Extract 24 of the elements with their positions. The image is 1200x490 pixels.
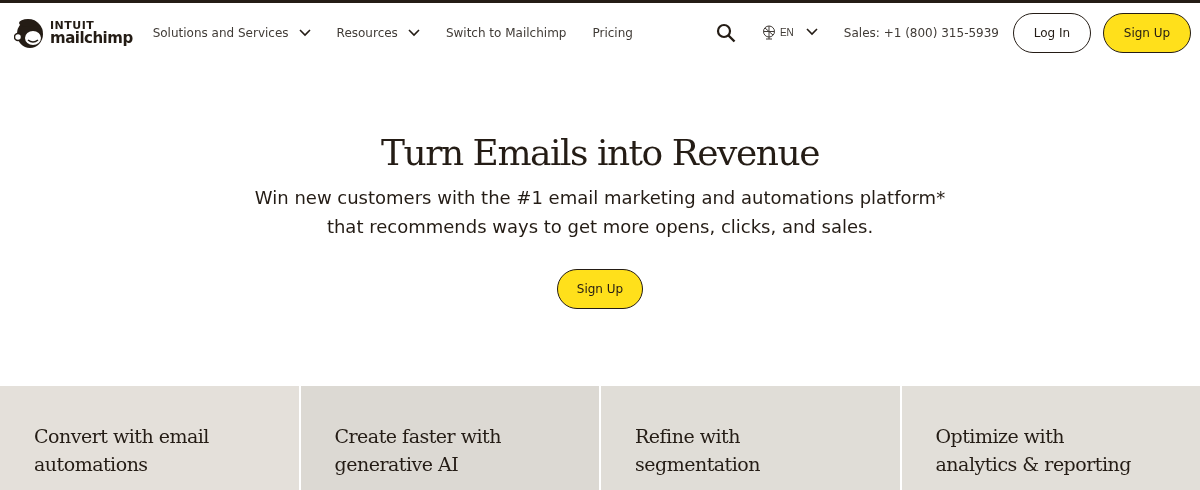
- globe-icon: [761, 24, 776, 41]
- brand-name: mailchimp: [50, 30, 133, 46]
- search-icon[interactable]: [715, 22, 736, 43]
- nav-link[interactable]: Resources: [336, 25, 420, 40]
- brand-name-top: INTUIT: [50, 19, 95, 31]
- signup-button[interactable]: Sign Up: [557, 269, 643, 309]
- chevron-down-icon: [805, 28, 818, 36]
- nav-link[interactable]: Pricing: [592, 25, 633, 40]
- feature-title: Refine with segmentation: [635, 424, 761, 477]
- nav-link[interactable]: Solutions and Services: [152, 25, 311, 40]
- language-selector[interactable]: EN: [761, 24, 818, 41]
- feature-title: Convert with email automations: [34, 424, 210, 477]
- feature-card[interactable]: Optimize with analytics & reporting: [901, 386, 1200, 490]
- hero-subtitle: Win new customers with the #1 email marketing and automations platform* that recommends ways to get more opens, clicks, and sales.: [253, 186, 947, 239]
- hero-title: Turn Emails into Revenue: [381, 132, 819, 173]
- login-button[interactable]: Log In: [1013, 12, 1091, 53]
- feature-card[interactable]: Convert with email automations: [0, 386, 299, 490]
- feature-title: Create faster with generative AI: [334, 424, 502, 477]
- sales-phone: Sales: +1 (800) 315-5939: [843, 25, 999, 40]
- feature-title: Optimize with analytics & reporting: [935, 424, 1132, 477]
- feature-card[interactable]: Create faster with generative AI: [300, 386, 599, 490]
- nav-link[interactable]: Switch to Mailchimp: [445, 25, 567, 40]
- signup-button[interactable]: Sign Up: [1103, 12, 1191, 53]
- feature-card[interactable]: Refine with segmentation: [601, 386, 900, 490]
